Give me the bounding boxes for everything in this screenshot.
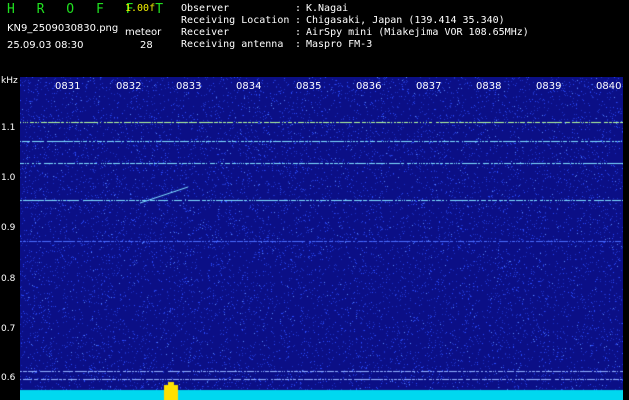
meteor-label: meteor bbox=[125, 27, 162, 38]
app-version: 1.00f bbox=[125, 3, 156, 14]
meteor-count: 28 bbox=[140, 40, 153, 51]
y-tick-label: 1.0 bbox=[1, 173, 16, 183]
time-tick-label: 0837 bbox=[416, 81, 442, 92]
time-tick-label: 0839 bbox=[536, 81, 562, 92]
time-tick-label: 0838 bbox=[476, 81, 502, 92]
time-tick-label: 0836 bbox=[356, 81, 382, 92]
observer-value: K.Nagai bbox=[306, 3, 349, 14]
y-tick-label: 0.8 bbox=[1, 274, 16, 284]
info-separator: : bbox=[295, 27, 302, 38]
header-panel: H R O F F T 1.00f KN9_2509030830.png 25.… bbox=[0, 0, 629, 76]
info-separator: : bbox=[295, 15, 302, 26]
time-tick-label: 0833 bbox=[176, 81, 202, 92]
receiver-label: Receiver bbox=[181, 27, 230, 38]
info-separator: : bbox=[295, 39, 302, 50]
plot-right-border bbox=[623, 77, 629, 400]
antenna-value: Maspro FM-3 bbox=[306, 39, 373, 50]
y-tick-label: 0.9 bbox=[1, 223, 16, 233]
time-tick-label: 0834 bbox=[236, 81, 262, 92]
time-tick-label: 0832 bbox=[116, 81, 142, 92]
location-label: Receiving Location bbox=[181, 15, 290, 26]
time-tick-label: 0831 bbox=[55, 81, 81, 92]
y-tick-label: 0.6 bbox=[1, 373, 16, 383]
info-separator: : bbox=[295, 3, 302, 14]
file-name: KN9_2509030830.png bbox=[7, 23, 119, 34]
time-tick-label: 0835 bbox=[296, 81, 322, 92]
time-tick-label: 0840 bbox=[596, 81, 622, 92]
spectrogram-plot bbox=[20, 77, 623, 400]
spectrogram-canvas bbox=[20, 77, 623, 400]
observer-label: Observer bbox=[181, 3, 230, 14]
y-tick-label: 0.7 bbox=[1, 324, 16, 334]
antenna-label: Receiving antenna bbox=[181, 39, 284, 50]
location-value: Chigasaki, Japan (139.414 35.340) bbox=[306, 15, 505, 26]
y-axis: 1.1 1.0 0.9 0.8 0.7 0.6 bbox=[0, 76, 20, 400]
observation-datetime: 25.09.03 08:30 bbox=[7, 40, 84, 51]
y-tick-label: 1.1 bbox=[1, 123, 16, 133]
receiver-value: AirSpy mini (Miakejima VOR 108.65MHz) bbox=[306, 27, 529, 38]
